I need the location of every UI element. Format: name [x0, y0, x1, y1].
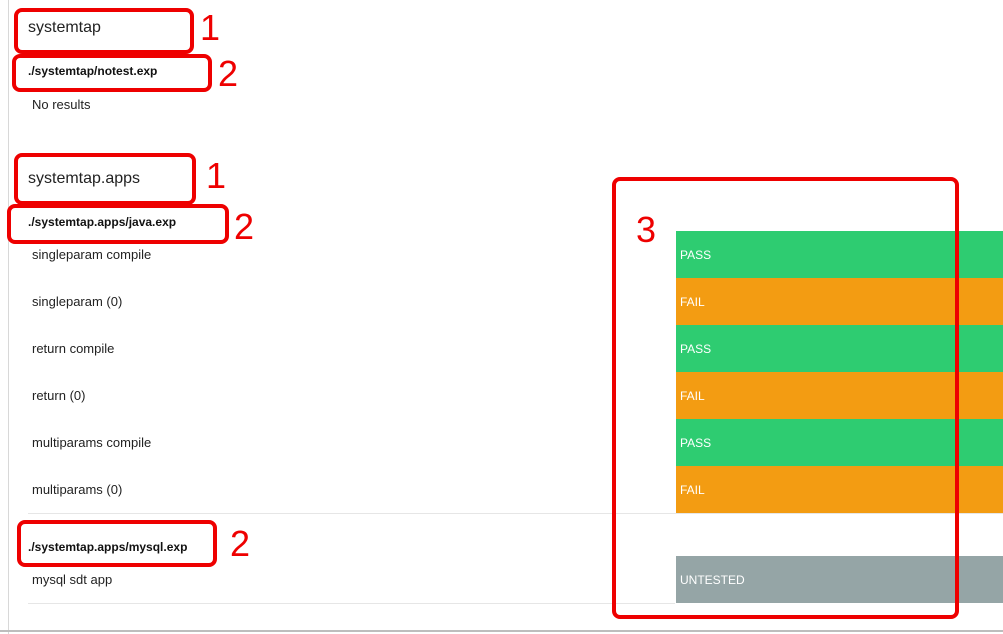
annotation-box-results — [612, 177, 959, 619]
no-results-text: No results — [32, 97, 91, 112]
annotation-number: 2 — [234, 206, 255, 247]
section-separator — [28, 603, 675, 604]
annotation-box-file-title — [17, 520, 217, 567]
annotation-number: 2 — [230, 523, 251, 564]
row-label-multiparams-0: multiparams (0) — [32, 482, 123, 497]
annotation-number: 3 — [636, 209, 657, 250]
annotation-number: 2 — [218, 53, 239, 94]
annotation-number: 1 — [206, 155, 227, 196]
row-label-singleparam-0: singleparam (0) — [32, 294, 123, 309]
annotation-box-group-title — [14, 153, 196, 205]
annotation-box-group-title — [14, 8, 194, 54]
row-label-return-compile: return compile — [32, 341, 115, 356]
page-bottom-border — [0, 630, 1003, 632]
row-label-mysql-sdt-app: mysql sdt app — [32, 572, 113, 587]
row-label-return-0: return (0) — [32, 388, 86, 403]
row-label-multiparams-compile: multiparams compile — [32, 435, 152, 450]
annotation-number: 1 — [200, 7, 221, 48]
row-label-singleparam-compile: singleparam compile — [32, 247, 152, 262]
page-left-border — [8, 0, 9, 634]
annotation-box-file-title — [7, 204, 229, 244]
annotation-box-file-title — [12, 54, 212, 92]
